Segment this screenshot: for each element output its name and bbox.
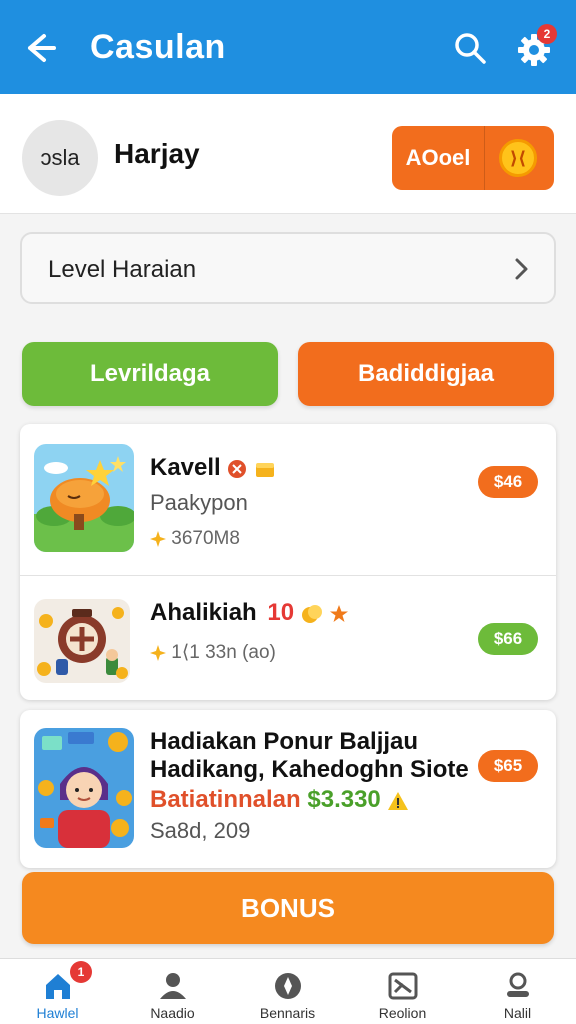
user-icon bbox=[160, 973, 186, 999]
featured-thumbnail bbox=[34, 728, 134, 848]
compass-icon bbox=[275, 973, 301, 999]
price-badge[interactable]: $66 bbox=[478, 623, 538, 655]
price-badge[interactable]: $46 bbox=[478, 466, 538, 498]
featured-title-2: Hadikang, Kahedoghn Siote bbox=[150, 756, 469, 783]
nav-item-rewards[interactable]: Bennaris bbox=[230, 959, 345, 1024]
page-title: Casulan bbox=[90, 28, 226, 66]
back-arrow-icon[interactable] bbox=[22, 30, 58, 66]
featured-reward-line: Batiatinnalan $3.330 bbox=[150, 786, 409, 814]
button-divider bbox=[484, 126, 485, 190]
orange-action-button[interactable]: Badiddigjaa bbox=[298, 342, 554, 406]
item-meta: 1⟨1 33n (ao) bbox=[150, 641, 276, 664]
nav-item-home[interactable]: 1 Hawlel bbox=[0, 959, 115, 1024]
nav-label: Hawlel bbox=[36, 1005, 79, 1021]
nav-label: Reolion bbox=[378, 1005, 427, 1021]
featured-meta: Sa8d, 209 bbox=[150, 818, 251, 843]
nav-label: Bennaris bbox=[259, 1005, 316, 1021]
item-meta: 3670M8 bbox=[150, 528, 240, 550]
item-meta-text: 1⟨1 33n (ao) bbox=[171, 642, 276, 663]
star-icon bbox=[330, 604, 349, 622]
item-thumbnail bbox=[34, 599, 130, 683]
app-bar: Casulan 2 bbox=[0, 0, 576, 94]
reward-amount: $3.330 bbox=[307, 786, 381, 813]
sparkle-icon bbox=[150, 530, 166, 547]
badge-icon bbox=[228, 459, 247, 478]
bottom-nav: 1 Hawlel Naadio Bennaris Reolion Nalil bbox=[0, 958, 576, 1024]
featured-title-1: Hadiakan Ponur Baljjau bbox=[150, 728, 419, 755]
item-name: Kavell bbox=[150, 454, 276, 482]
nav-badge: 1 bbox=[70, 961, 92, 983]
items-card: Kavell Paakypon 3670M8 $46 Ahalikiah 10 … bbox=[20, 424, 556, 700]
coin-stack-icon bbox=[301, 604, 322, 623]
item-thumbnail bbox=[34, 444, 134, 552]
featured-card[interactable]: Hadiakan Ponur Baljjau Hadikang, Kahedog… bbox=[20, 710, 556, 868]
green-action-button[interactable]: Levrildaga bbox=[22, 342, 278, 406]
item-name: Ahalikiah 10 bbox=[150, 599, 349, 627]
nav-item-region[interactable]: Reolion bbox=[345, 959, 460, 1024]
nav-item-account[interactable]: Nalil bbox=[460, 959, 575, 1024]
nav-label: Naadio bbox=[150, 1005, 195, 1021]
nav-label: Nalil bbox=[503, 1005, 532, 1021]
reward-label: Batiatinnalan bbox=[150, 786, 301, 813]
coin-icon: ⟩⟨ bbox=[499, 139, 537, 177]
item-subtitle: Paakypon bbox=[150, 490, 248, 515]
account-icon bbox=[507, 972, 529, 997]
sparkle-icon bbox=[150, 644, 166, 661]
price-badge[interactable]: $65 bbox=[478, 750, 538, 782]
level-label: Level Haraian bbox=[48, 256, 197, 283]
image-frame-icon bbox=[388, 972, 418, 1000]
add-coins-label: AOoel bbox=[405, 145, 471, 170]
add-coins-button[interactable]: AOoel ⟩⟨ bbox=[392, 126, 554, 190]
nav-item-profile[interactable]: Naadio bbox=[115, 959, 230, 1024]
search-icon[interactable] bbox=[452, 30, 488, 66]
item-meta-text: 3670M8 bbox=[171, 528, 240, 549]
avatar[interactable]: ɔsla bbox=[22, 120, 98, 196]
username: Harjay bbox=[114, 138, 200, 169]
treasure-icon bbox=[256, 462, 275, 477]
profile-row: ɔsla Harjay AOoel ⟩⟨ bbox=[0, 94, 576, 214]
list-item[interactable]: Ahalikiah 10 1⟨1 33n (ao) $66 bbox=[20, 577, 556, 700]
item-highlight: 10 bbox=[267, 599, 295, 626]
warning-icon bbox=[388, 791, 409, 810]
notification-badge: 2 bbox=[537, 24, 557, 44]
item-name-text: Ahalikiah bbox=[150, 599, 257, 626]
bonus-button[interactable]: BONUS bbox=[22, 872, 554, 944]
chevron-right-icon bbox=[515, 258, 528, 280]
level-row[interactable]: Level Haraian bbox=[20, 232, 556, 304]
list-item[interactable]: Kavell Paakypon 3670M8 $46 bbox=[20, 424, 556, 576]
item-name-text: Kavell bbox=[150, 454, 221, 481]
home-icon bbox=[46, 974, 70, 999]
